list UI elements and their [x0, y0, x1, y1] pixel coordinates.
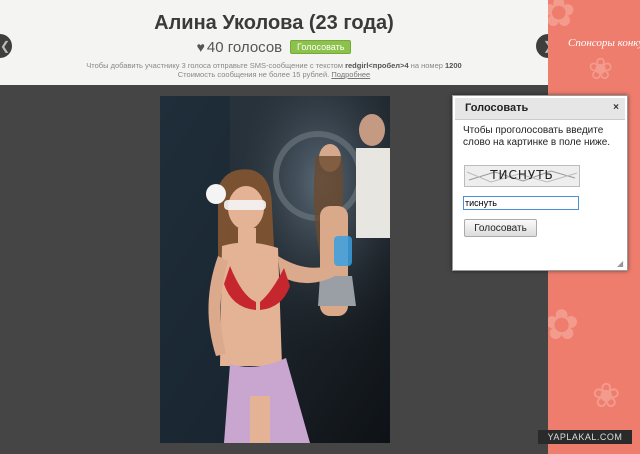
page-title: Алина Уколова (23 года)	[154, 12, 394, 34]
photo-illustration	[160, 96, 390, 443]
votes-row: ♥ 40 голосов Голосовать	[0, 39, 548, 56]
sms-code: redgirl<пробел>4	[345, 61, 409, 70]
vote-button[interactable]: Голосовать	[290, 40, 352, 54]
flower-decoration-icon: ❀	[588, 53, 614, 86]
header: Алина Уколова (23 года) ♥ 40 голосов Голо…	[0, 0, 548, 85]
vote-dialog: Голосовать × Чтобы проголосовать введите…	[452, 95, 628, 271]
details-link[interactable]: Подробнее	[331, 70, 370, 79]
contestant-photo	[160, 96, 390, 443]
dialog-titlebar[interactable]: Голосовать ×	[455, 98, 625, 120]
sms-instructions: Чтобы добавить участнику 3 голоса отправ…	[0, 61, 548, 70]
captcha-input[interactable]	[463, 196, 579, 210]
heart-icon: ♥	[196, 39, 205, 55]
sms-cost: Стоимость сообщения не более 15 рублей. …	[0, 70, 548, 79]
resize-grip-icon[interactable]: ◢	[617, 260, 625, 268]
flower-decoration-icon: ✿	[548, 0, 576, 35]
sms-mid: на номер	[408, 61, 446, 70]
dialog-instructions: Чтобы проголосовать введите слово на кар…	[463, 125, 611, 148]
flower-decoration-icon: ❀	[592, 377, 621, 415]
sms-prefix: Чтобы добавить участнику 3 голоса отправ…	[86, 61, 346, 70]
submit-vote-button[interactable]: Голосовать	[464, 219, 537, 237]
sponsor-title: Спонсоры конкурса	[568, 37, 640, 49]
watermark: YAPLAKAL.COM	[538, 430, 632, 444]
sms-number: 1200	[445, 61, 462, 70]
close-icon[interactable]: ×	[613, 102, 619, 113]
flower-decoration-icon: ✿	[548, 301, 580, 348]
votes-count: 40 голосов	[206, 39, 283, 56]
captcha-image: ТИСНУТЬ	[464, 165, 580, 187]
captcha-text: ТИСНУТЬ	[490, 168, 554, 182]
dialog-title: Голосовать	[465, 102, 529, 114]
cost-text: Стоимость сообщения не более 15 рублей.	[177, 70, 332, 79]
